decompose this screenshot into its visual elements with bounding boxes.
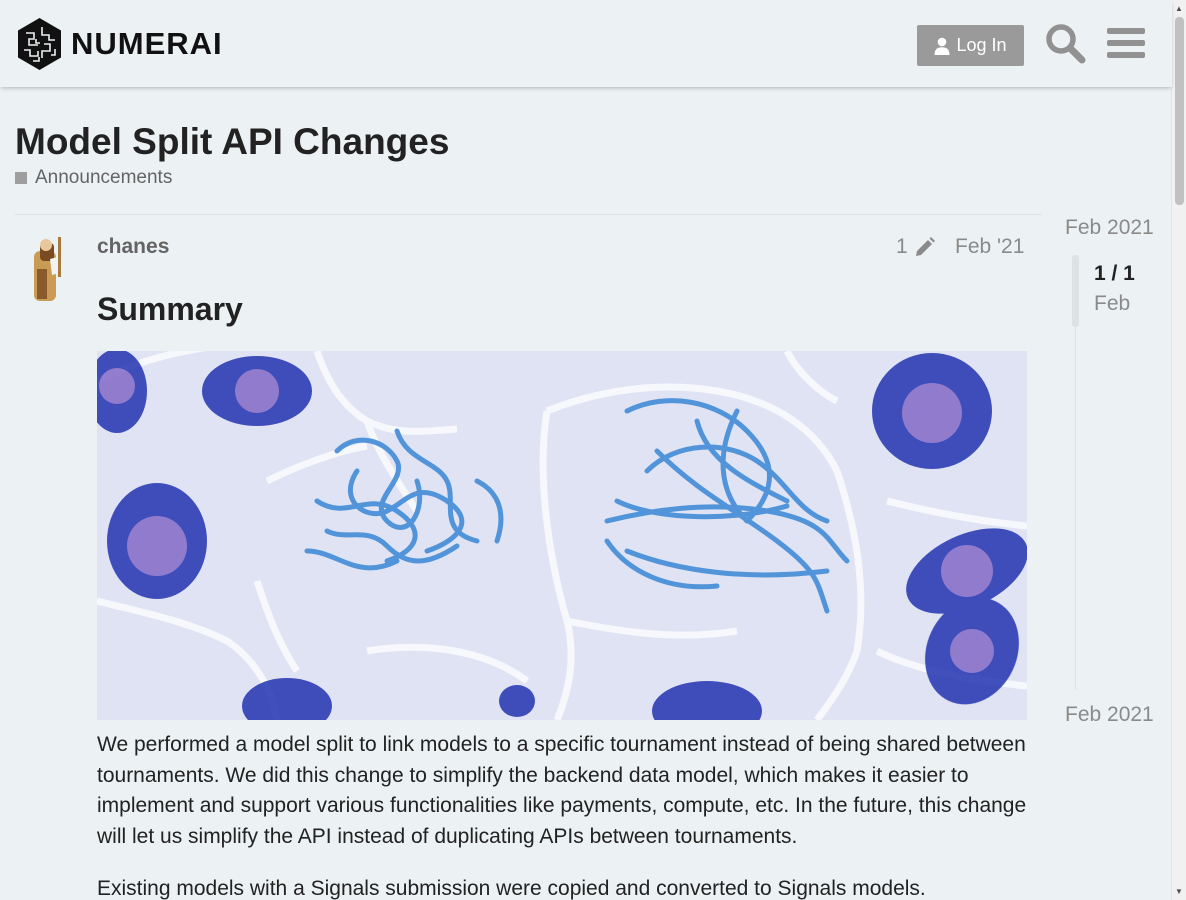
post-author[interactable]: chanes <box>97 235 169 259</box>
edit-count: 1 <box>896 235 908 258</box>
post-paragraph: We performed a model split to link model… <box>97 733 1027 848</box>
topic-title[interactable]: Model Split API Changes <box>15 121 449 163</box>
search-icon[interactable] <box>1044 22 1086 64</box>
microscope-cells-image <box>97 351 1027 720</box>
timeline-handle[interactable] <box>1072 255 1079 327</box>
topic-divider <box>15 214 1042 215</box>
post-heading: Summary <box>97 291 243 327</box>
timeline-end-date[interactable]: Feb 2021 <box>1065 703 1154 727</box>
pencil-icon <box>915 237 935 256</box>
scroll-down-arrow-icon[interactable]: ▼ <box>1175 887 1183 896</box>
post-date[interactable]: Feb '21 <box>955 235 1024 259</box>
user-icon <box>934 37 950 55</box>
numerai-logo-icon <box>18 18 61 70</box>
timeline-month: Feb <box>1094 292 1131 315</box>
avatar[interactable] <box>20 233 68 303</box>
edit-history-button[interactable]: 1 <box>896 235 936 259</box>
category-label: Announcements <box>35 167 173 188</box>
post-body: We performed a model split to link model… <box>97 730 1027 900</box>
page-scrollbar[interactable]: ▲ ▼ <box>1171 0 1186 900</box>
scroll-up-arrow-icon[interactable]: ▲ <box>1175 4 1183 13</box>
post-image[interactable] <box>97 351 1027 720</box>
hamburger-menu-icon[interactable] <box>1107 25 1145 61</box>
numerai-logo[interactable]: NUMERAI <box>16 17 223 71</box>
category-badge[interactable]: Announcements <box>15 167 172 189</box>
timeline-position: 1 / 1 <box>1094 262 1135 285</box>
category-color-swatch <box>15 172 27 184</box>
log-in-button[interactable]: Log In <box>917 25 1024 66</box>
post-paragraph: Existing models with a Signals submissio… <box>97 877 926 900</box>
site-header: NUMERAI Log In <box>0 0 1172 87</box>
log-in-label: Log In <box>956 35 1007 55</box>
timeline-start-date[interactable]: Feb 2021 <box>1065 216 1154 240</box>
brand-name: NUMERAI <box>71 26 223 61</box>
scroll-thumb[interactable] <box>1175 17 1184 205</box>
